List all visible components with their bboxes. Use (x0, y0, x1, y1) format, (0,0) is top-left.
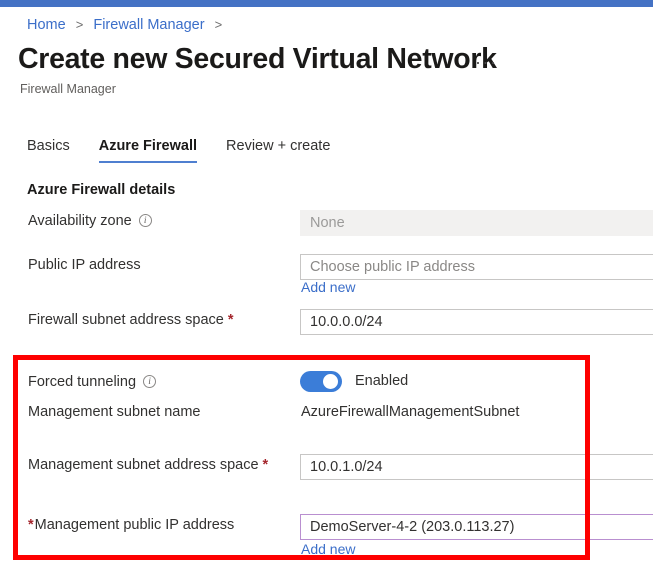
public-ip-address-select[interactable]: Choose public IP address (300, 254, 653, 280)
label-forced-tunneling: Forced tunnelingi (28, 371, 156, 393)
row-public-ip-address: Public IP address Choose public IP addre… (0, 254, 653, 280)
required-indicator: * (228, 312, 234, 328)
label-management-subnet-address-space: Management subnet address space* (28, 454, 268, 476)
page-subtitle: Firewall Manager (20, 82, 116, 96)
tab-bar: Basics Azure Firewall Review + create (27, 138, 359, 163)
more-options-icon[interactable]: ··· (475, 55, 497, 69)
availability-zone-select: None (300, 210, 653, 236)
row-availability-zone: Availability zonei None (0, 210, 653, 236)
breadcrumb-separator-icon: > (215, 17, 223, 32)
firewall-subnet-address-space-input[interactable]: 10.0.0.0/24 (300, 309, 653, 335)
label-public-ip-address: Public IP address (28, 254, 141, 276)
breadcrumb-item-home[interactable]: Home (27, 17, 66, 33)
row-firewall-subnet-address-space: Firewall subnet address space* 10.0.0.0/… (0, 309, 653, 335)
add-new-public-ip-link[interactable]: Add new (301, 278, 355, 296)
section-heading-azure-firewall-details: Azure Firewall details (27, 182, 175, 198)
tab-review-create[interactable]: Review + create (226, 138, 330, 163)
row-forced-tunneling: Forced tunnelingi Enabled (0, 371, 653, 397)
label-availability-zone: Availability zonei (28, 210, 152, 232)
row-management-public-ip-address: *Management public IP address DemoServer… (0, 514, 653, 540)
required-indicator: * (28, 517, 34, 533)
row-management-subnet-name: Management subnet name AzureFirewallMana… (0, 401, 653, 427)
management-subnet-name-value: AzureFirewallManagementSubnet (301, 401, 519, 423)
label-firewall-subnet-address-space: Firewall subnet address space* (28, 309, 234, 331)
toggle-knob (323, 374, 338, 389)
page-title: Create new Secured Virtual Network (18, 43, 497, 76)
top-accent-bar (0, 0, 653, 7)
forced-tunneling-toggle[interactable] (300, 371, 342, 392)
forced-tunneling-state-label: Enabled (355, 371, 408, 392)
breadcrumb: Home > Firewall Manager > (27, 16, 228, 34)
management-subnet-address-space-input[interactable]: 10.0.1.0/24 (300, 454, 653, 480)
info-icon[interactable]: i (143, 375, 156, 388)
label-management-subnet-name: Management subnet name (28, 401, 201, 423)
row-management-subnet-address-space: Management subnet address space* 10.0.1.… (0, 454, 653, 480)
breadcrumb-separator-icon: > (76, 17, 84, 32)
tab-azure-firewall[interactable]: Azure Firewall (99, 138, 197, 163)
breadcrumb-item-firewall-manager[interactable]: Firewall Manager (93, 17, 204, 33)
management-public-ip-address-select[interactable]: DemoServer-4-2 (203.0.113.27) (300, 514, 653, 540)
info-icon[interactable]: i (139, 214, 152, 227)
tab-basics[interactable]: Basics (27, 138, 70, 163)
label-management-public-ip-address: *Management public IP address (28, 514, 234, 536)
add-new-management-public-ip-link[interactable]: Add new (301, 540, 355, 558)
required-indicator: * (263, 457, 269, 473)
